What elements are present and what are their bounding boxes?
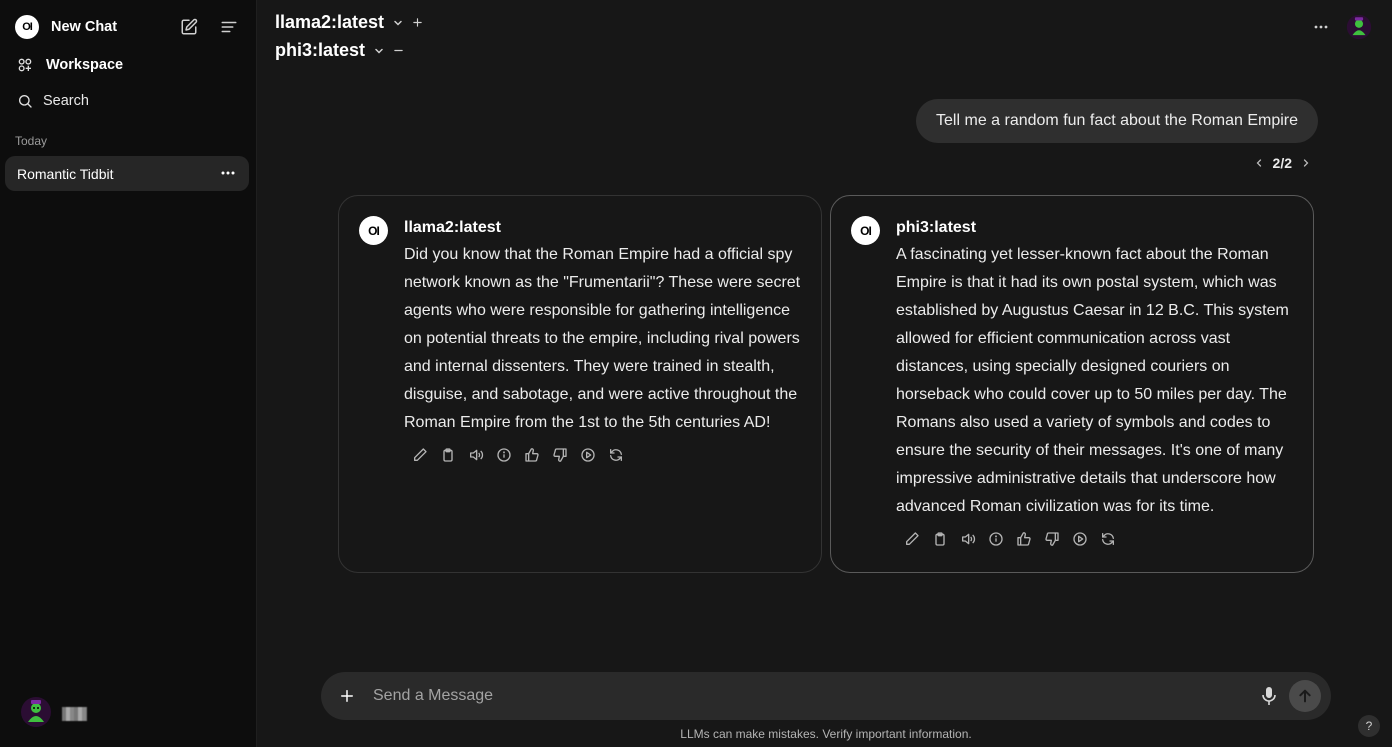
send-button[interactable] xyxy=(1289,680,1321,712)
user-avatar-icon[interactable] xyxy=(1346,14,1372,40)
model-selector-2[interactable]: phi3:latest xyxy=(275,40,404,61)
user-name-redacted xyxy=(62,707,87,721)
response-text: A fascinating yet lesser-known fact abou… xyxy=(896,246,1289,515)
info-icon[interactable] xyxy=(987,530,1005,548)
workspace-icon xyxy=(17,57,33,73)
message-input[interactable] xyxy=(373,684,1233,708)
section-title-today: Today xyxy=(15,134,48,148)
thumbs-up-icon[interactable] xyxy=(523,446,541,464)
model-selector-1[interactable]: llama2:latest xyxy=(275,12,423,33)
read-aloud-icon[interactable] xyxy=(959,530,977,548)
sidebar-toggle-icon[interactable] xyxy=(215,13,243,41)
user-message: Tell me a random fun fact about the Roma… xyxy=(916,99,1318,143)
sidebar-item-workspace[interactable]: Workspace xyxy=(5,48,249,82)
chevron-left-icon[interactable] xyxy=(1253,157,1265,169)
continue-icon[interactable] xyxy=(579,446,597,464)
sidebar: OI New Chat Workspace Search Today Roman… xyxy=(0,0,257,747)
avatar-text: OI xyxy=(860,223,872,238)
compose-icon[interactable] xyxy=(175,13,203,41)
response-text: Did you know that the Roman Empire had a… xyxy=(404,246,801,431)
plus-icon[interactable] xyxy=(412,17,423,28)
regenerate-icon[interactable] xyxy=(607,446,625,464)
chevron-down-icon[interactable] xyxy=(392,17,404,29)
model-name: phi3:latest xyxy=(275,40,366,60)
thumbs-down-icon[interactable] xyxy=(551,446,569,464)
microphone-icon[interactable] xyxy=(1261,686,1277,706)
chevron-right-icon[interactable] xyxy=(1300,157,1312,169)
response-model-name: llama2:latest xyxy=(404,219,501,236)
openwebui-logo-icon: OI xyxy=(15,15,39,39)
avatar-text: OI xyxy=(368,223,380,238)
search-label: Search xyxy=(43,93,89,109)
continue-icon[interactable] xyxy=(1071,530,1089,548)
chevron-down-icon[interactable] xyxy=(373,45,385,57)
message-composer xyxy=(321,672,1331,720)
more-horizontal-icon[interactable] xyxy=(1314,20,1328,34)
pager-count: 2/2 xyxy=(1272,155,1292,171)
edit-icon[interactable] xyxy=(411,446,429,464)
new-chat-button[interactable]: OI New Chat xyxy=(5,10,249,44)
sidebar-item-search[interactable]: Search xyxy=(5,84,249,118)
model-avatar-icon: OI xyxy=(851,216,880,245)
copy-icon[interactable] xyxy=(931,530,949,548)
new-chat-label: New Chat xyxy=(51,19,118,35)
info-icon[interactable] xyxy=(495,446,513,464)
response-card[interactable]: OI llama2:latest Did you know that the R… xyxy=(338,195,822,573)
user-avatar-icon[interactable] xyxy=(20,696,52,728)
response-model-name: phi3:latest xyxy=(896,219,977,236)
response-pager: 2/2 xyxy=(1253,155,1312,171)
response-actions xyxy=(903,530,1117,548)
response-actions xyxy=(411,446,625,464)
edit-icon[interactable] xyxy=(903,530,921,548)
chat-list-item[interactable]: Romantic Tidbit xyxy=(5,156,249,191)
header-actions xyxy=(1314,14,1372,40)
logo-text: OI xyxy=(22,21,33,33)
response-card[interactable]: OI phi3:latest A fascinating yet lesser-… xyxy=(830,195,1314,573)
minus-icon[interactable] xyxy=(393,45,404,56)
copy-icon[interactable] xyxy=(439,446,457,464)
workspace-label: Workspace xyxy=(46,57,124,73)
model-avatar-icon: OI xyxy=(359,216,388,245)
chat-title: Romantic Tidbit xyxy=(17,165,114,182)
regenerate-icon[interactable] xyxy=(1099,530,1117,548)
model-name: llama2:latest xyxy=(275,12,385,32)
help-button[interactable]: ? xyxy=(1358,715,1380,737)
thumbs-down-icon[interactable] xyxy=(1043,530,1061,548)
more-horizontal-icon[interactable] xyxy=(221,165,235,181)
read-aloud-icon[interactable] xyxy=(467,446,485,464)
plus-icon[interactable] xyxy=(335,684,359,708)
thumbs-up-icon[interactable] xyxy=(1015,530,1033,548)
disclaimer-text: LLMs can make mistakes. Verify important… xyxy=(680,727,972,741)
search-icon xyxy=(17,93,33,109)
